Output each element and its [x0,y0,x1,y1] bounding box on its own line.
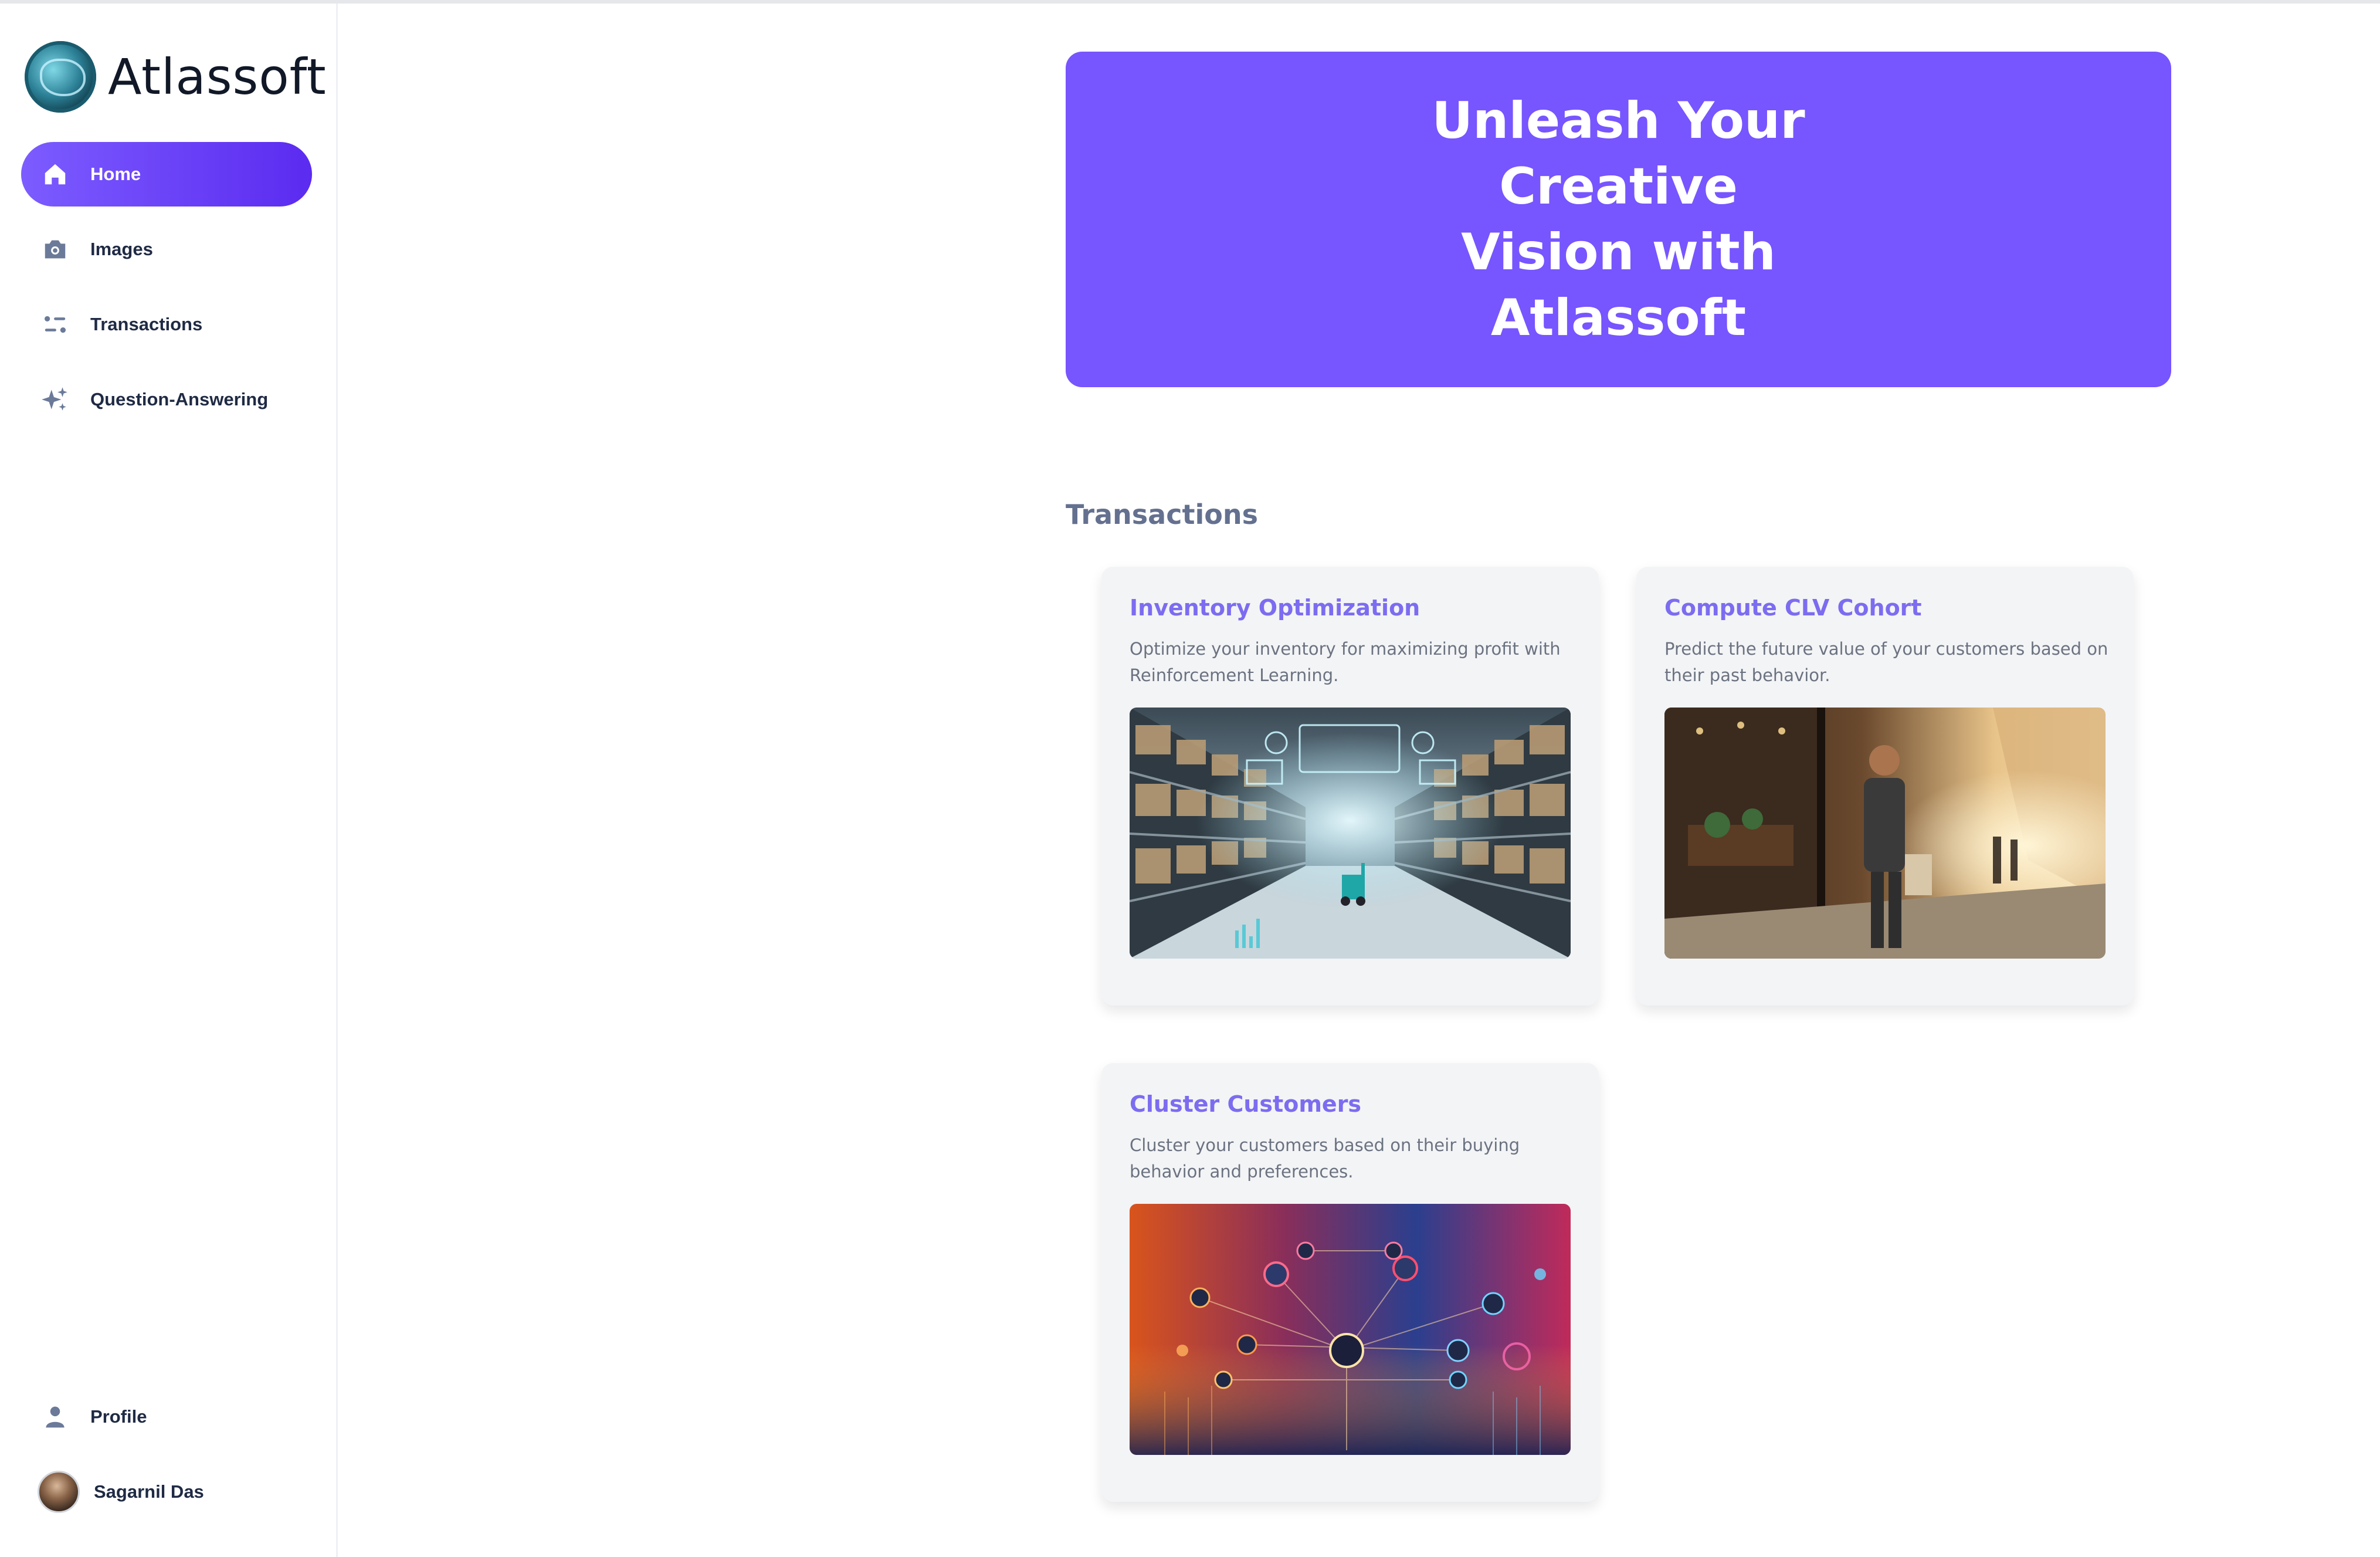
sidebar-item-label: Images [90,239,153,259]
card-title: Compute CLV Cohort [1664,595,1922,621]
brand[interactable]: Atlassoft [25,41,327,113]
card-title: Cluster Customers [1130,1091,1362,1117]
sidebar-item-label: Profile [90,1406,147,1427]
card-compute-clv-cohort[interactable]: Compute CLV Cohort Predict the future va… [1636,567,2134,1006]
sidebar-item-label: Transactions [90,314,203,334]
avatar [38,1471,80,1513]
card-image-shopper [1664,708,2106,959]
card-description: Predict the future value of your custome… [1664,639,2108,685]
sidebar-item-images[interactable]: Images [21,217,312,282]
card-description: Optimize your inventory for maximizing p… [1130,639,1561,685]
hero-title-line-2: Vision with Atlassoft [1461,223,1776,347]
sidebar-item-home[interactable]: Home [21,142,312,207]
hero-title: Unleash Your Creative Vision with Atlass… [1325,88,1912,351]
user-icon [39,1400,72,1433]
sidebar-item-question-answering[interactable]: Question-Answering [21,367,312,432]
hero-title-line-1: Unleash Your Creative [1432,92,1805,216]
camera-icon [39,233,72,266]
sidebar-item-transactions[interactable]: Transactions [21,292,312,357]
home-icon [39,158,72,191]
sparkles-icon [39,383,72,416]
sidebar-bottom: Profile Sagarnil Das [21,1385,312,1524]
card-image-network [1130,1204,1571,1455]
card-description: Cluster your customers based on their bu… [1130,1135,1520,1182]
card-image-warehouse [1130,708,1571,959]
sidebar-item-profile[interactable]: Profile [21,1385,312,1449]
brand-logo [25,41,96,113]
section-title: Transactions [1066,499,1258,530]
hero-banner: Unleash Your Creative Vision with Atlass… [1066,52,2171,387]
brand-name: Atlassoft [108,48,327,106]
card-title: Inventory Optimization [1130,595,1420,621]
sidebar: Atlassoft Home Images Transactions Quest… [0,4,338,1557]
current-user[interactable]: Sagarnil Das [21,1460,312,1524]
sidebar-item-label: Question-Answering [90,389,269,409]
top-border [0,0,2380,4]
list-icon [39,308,72,341]
card-inventory-optimization[interactable]: Inventory Optimization Optimize your inv… [1101,567,1599,1006]
sidebar-item-label: Home [90,164,141,184]
sidebar-nav: Home Images Transactions Question-Answer… [21,142,312,442]
card-cluster-customers[interactable]: Cluster Customers Cluster your customers… [1101,1063,1599,1502]
user-name: Sagarnil Das [94,1481,204,1502]
